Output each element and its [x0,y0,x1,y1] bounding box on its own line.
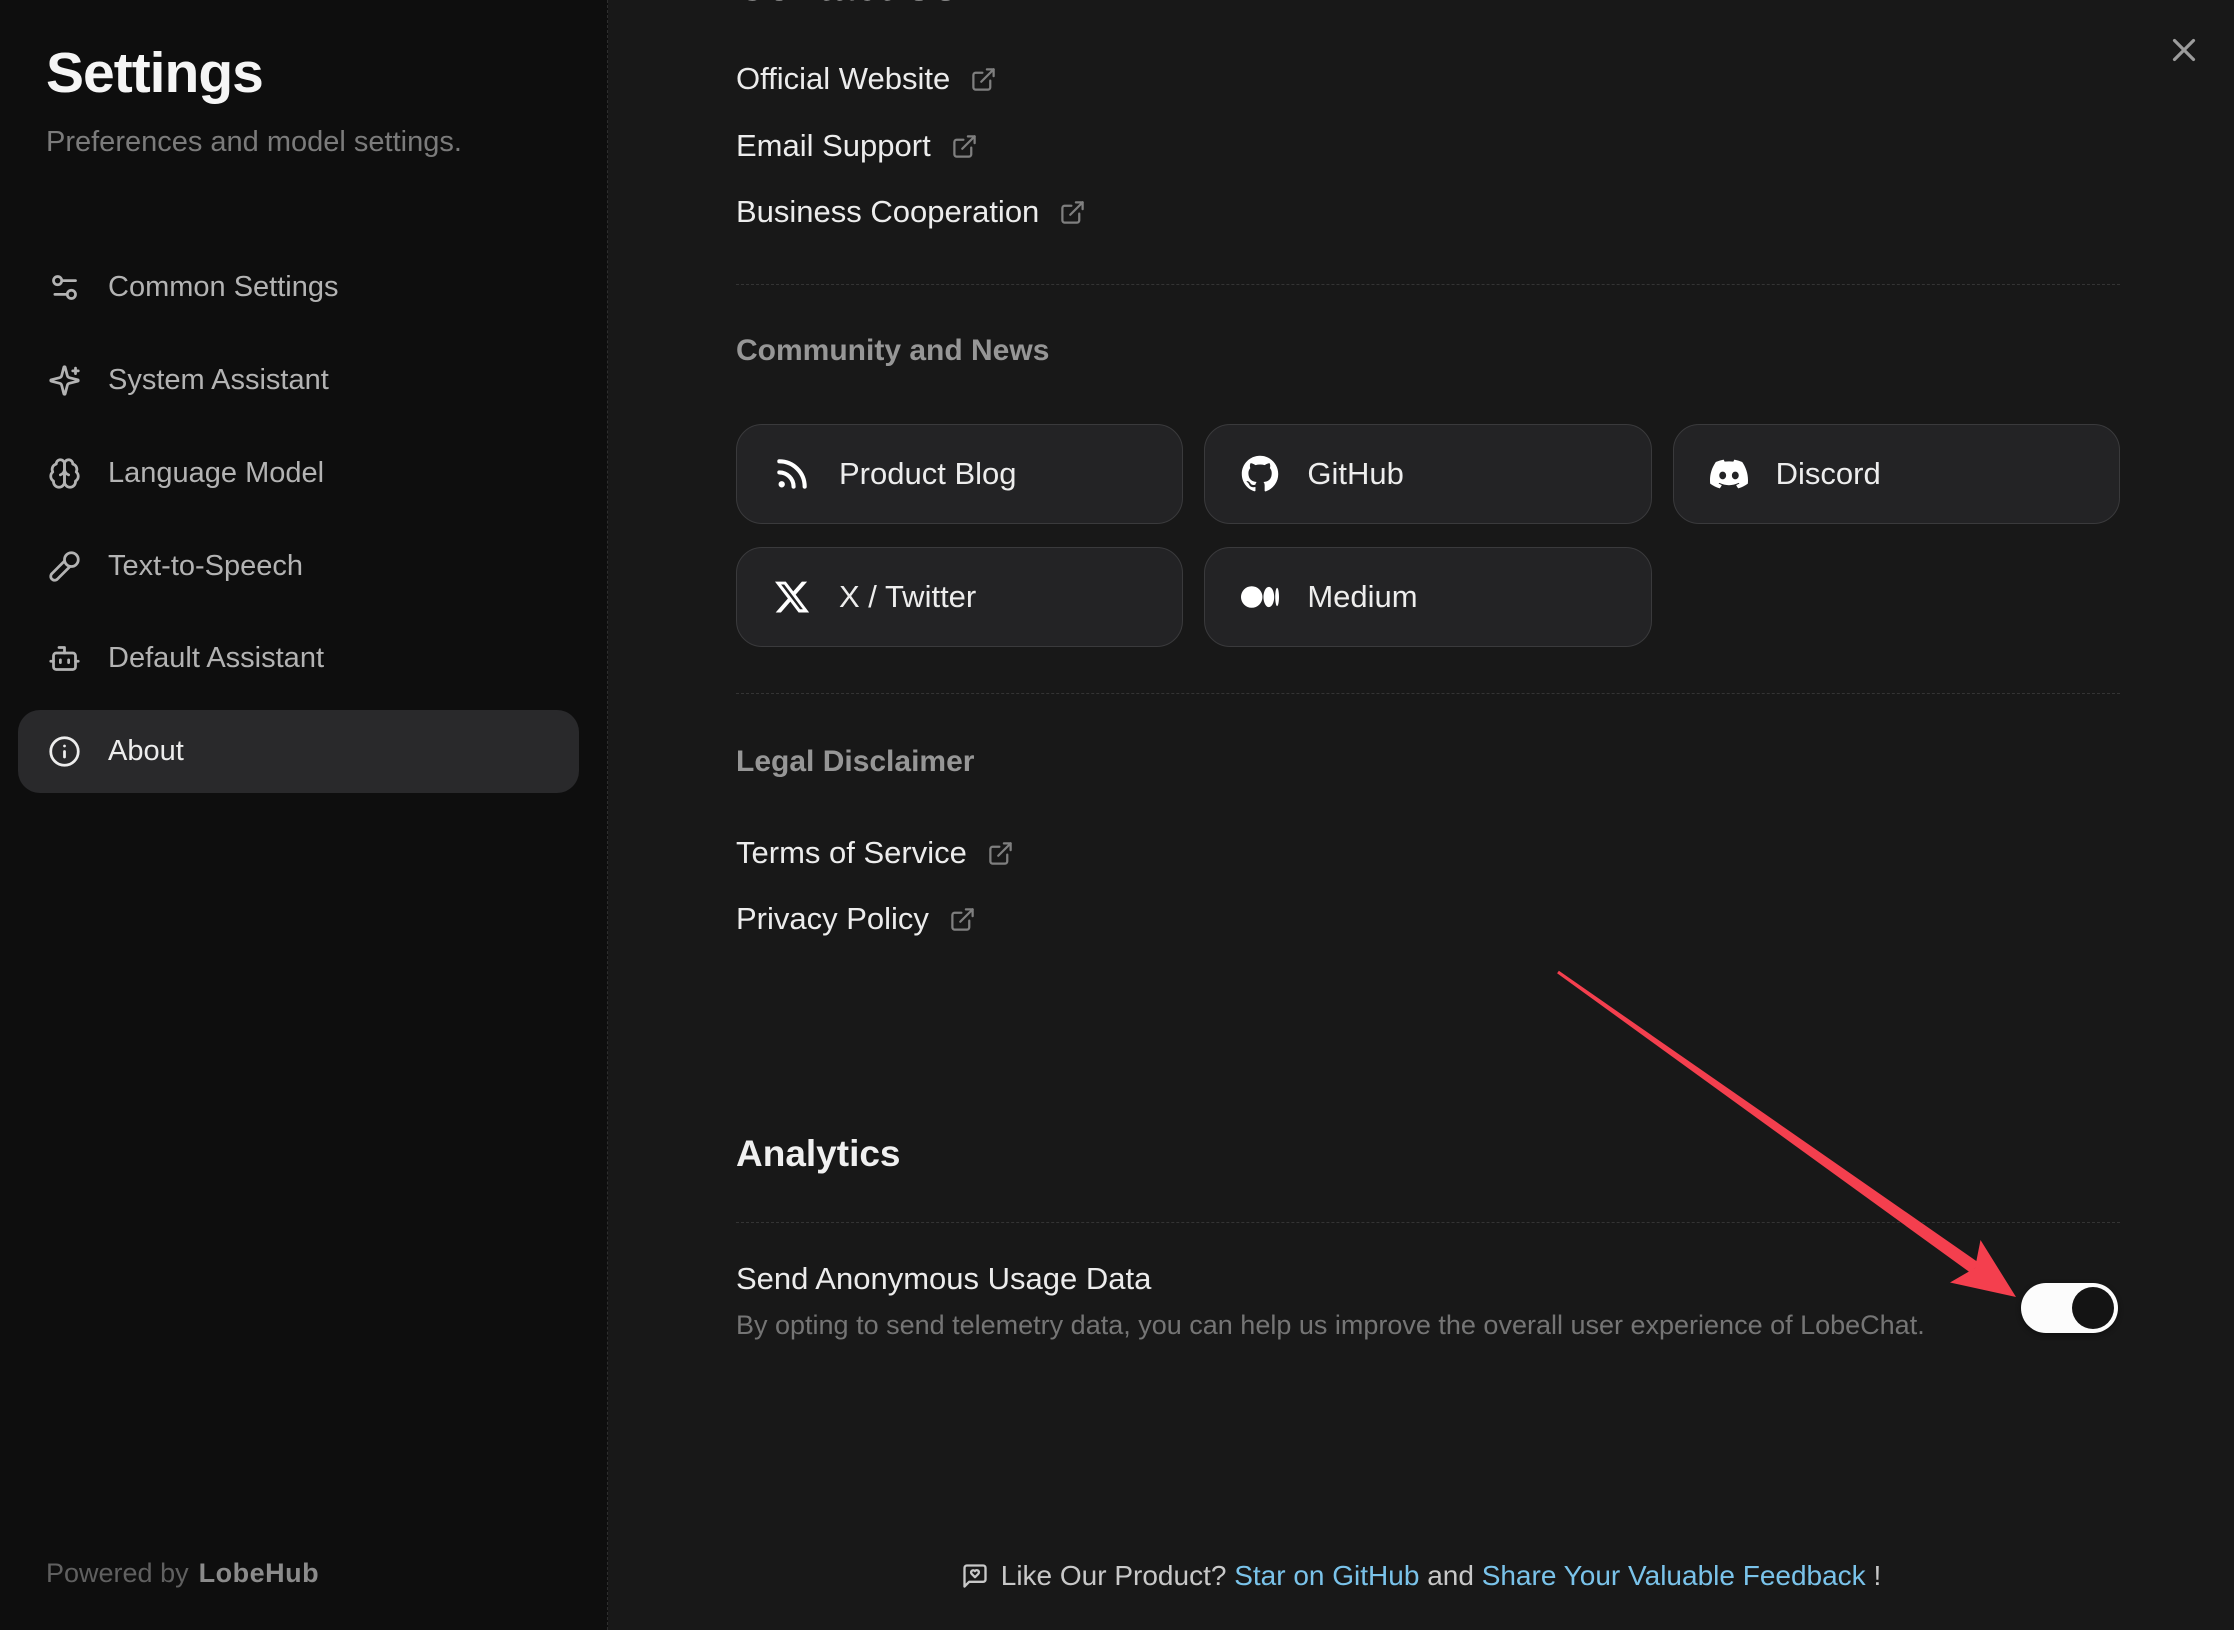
settings-page: Settings Preferences and model settings.… [0,0,2234,1630]
x-twitter-button[interactable]: X / Twitter [736,547,1183,647]
footer-middle: and [1427,1560,1474,1591]
sidebar-item-label: Text-to-Speech [108,550,303,583]
github-button[interactable]: GitHub [1204,424,1651,524]
sliders-icon [48,271,81,304]
product-blog-button[interactable]: Product Blog [736,424,1183,524]
external-link-icon [970,66,997,93]
link-label: Official Website [736,61,950,97]
powered-by-text: Powered by [46,1558,189,1589]
info-icon [48,735,81,768]
mic-icon [48,550,81,583]
external-link-icon [949,906,976,933]
community-heading: Community and News [736,334,1049,368]
link-label: Terms of Service [736,835,967,871]
medium-button[interactable]: Medium [1204,547,1651,647]
sidebar-item-language-model[interactable]: Language Model [18,432,579,515]
sidebar-item-common-settings[interactable]: Common Settings [18,246,579,329]
close-icon [2165,31,2203,69]
discord-icon [1710,455,1748,493]
send-usage-data-description: By opting to send telemetry data, you ca… [736,1310,1925,1341]
page-subtitle: Preferences and model settings. [46,126,462,159]
sidebar-item-about[interactable]: About [18,710,579,793]
sparkles-icon [48,364,81,397]
official-website-link[interactable]: Official Website [736,61,997,97]
external-link-icon [951,133,978,160]
page-title: Settings [46,40,263,106]
button-label: GitHub [1307,456,1403,492]
lobehub-brand: LobeHub [199,1558,319,1589]
link-label: Business Cooperation [736,194,1039,230]
discord-button[interactable]: Discord [1673,424,2120,524]
close-button[interactable] [2162,28,2206,72]
sidebar-item-system-assistant[interactable]: System Assistant [18,339,579,422]
terms-of-service-link[interactable]: Terms of Service [736,835,1014,871]
powered-by: Powered by LobeHub [46,1558,319,1589]
send-usage-data-toggle[interactable] [2021,1283,2118,1333]
brain-icon [48,457,81,490]
section-divider [736,1222,2120,1223]
contact-us-heading-cutoff: Contact Us [736,0,958,9]
message-heart-icon [961,1562,989,1590]
settings-sidebar: Settings Preferences and model settings.… [0,0,608,1630]
about-panel: Contact Us Official Website Email Suppor… [608,0,2234,1630]
sidebar-item-default-assistant[interactable]: Default Assistant [18,617,579,700]
external-link-icon [987,840,1014,867]
legal-heading: Legal Disclaimer [736,745,974,779]
analytics-heading: Analytics [736,1133,901,1175]
sidebar-item-label: Default Assistant [108,642,324,675]
product-footer: Like Our Product? Star on GitHub and Sha… [608,1560,2234,1592]
footer-suffix: ! [1873,1560,1881,1591]
github-icon [1241,455,1279,493]
community-buttons: Product Blog GitHub Discord X / Twitter … [736,424,2120,647]
bot-icon [48,642,81,675]
link-label: Privacy Policy [736,901,929,937]
send-usage-data-label: Send Anonymous Usage Data [736,1261,1151,1297]
privacy-policy-link[interactable]: Privacy Policy [736,901,976,937]
section-divider [736,284,2120,285]
medium-icon [1241,578,1279,616]
section-divider [736,693,2120,694]
button-label: Product Blog [839,456,1017,492]
sidebar-item-label: Common Settings [108,271,339,304]
share-feedback-link[interactable]: Share Your Valuable Feedback [1482,1560,1866,1591]
x-twitter-icon [773,578,811,616]
toggle-knob [2072,1287,2114,1329]
sidebar-item-label: About [108,735,184,768]
sidebar-item-label: System Assistant [108,364,329,397]
star-on-github-link[interactable]: Star on GitHub [1234,1560,1419,1591]
button-label: X / Twitter [839,579,976,615]
footer-prefix: Like Our Product? [1001,1560,1227,1591]
button-label: Medium [1307,579,1417,615]
rss-icon [773,455,811,493]
button-label: Discord [1776,456,1881,492]
link-label: Email Support [736,128,931,164]
external-link-icon [1059,199,1086,226]
email-support-link[interactable]: Email Support [736,128,978,164]
sidebar-item-text-to-speech[interactable]: Text-to-Speech [18,525,579,608]
business-cooperation-link[interactable]: Business Cooperation [736,194,1086,230]
sidebar-item-label: Language Model [108,457,324,490]
